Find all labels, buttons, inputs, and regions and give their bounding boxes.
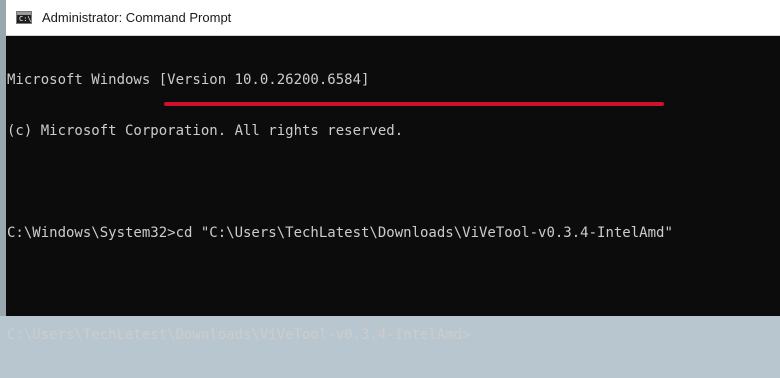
window-title: Administrator: Command Prompt [42,10,232,25]
console-prompt[interactable]: C:\Users\TechLatest\Downloads\ViVeTool-v… [7,327,780,344]
console-line-cd-command: C:\Windows\System32>cd "C:\Users\TechLat… [7,225,673,241]
console-line-copyright: (c) Microsoft Corporation. All rights re… [7,123,404,139]
console-line-blank [7,174,780,191]
console-output[interactable]: Microsoft Windows [Version 10.0.26200.65… [6,37,780,343]
cmd-icon: C:\ [16,11,32,24]
title-bar[interactable]: C:\ Administrator: Command Prompt [6,0,780,36]
console-line-blank [7,276,780,293]
console-line-version: Microsoft Windows [Version 10.0.26200.65… [7,72,370,88]
highlight-underline [164,102,664,106]
command-prompt-window[interactable]: C:\ Administrator: Command Prompt Micros… [0,0,780,343]
